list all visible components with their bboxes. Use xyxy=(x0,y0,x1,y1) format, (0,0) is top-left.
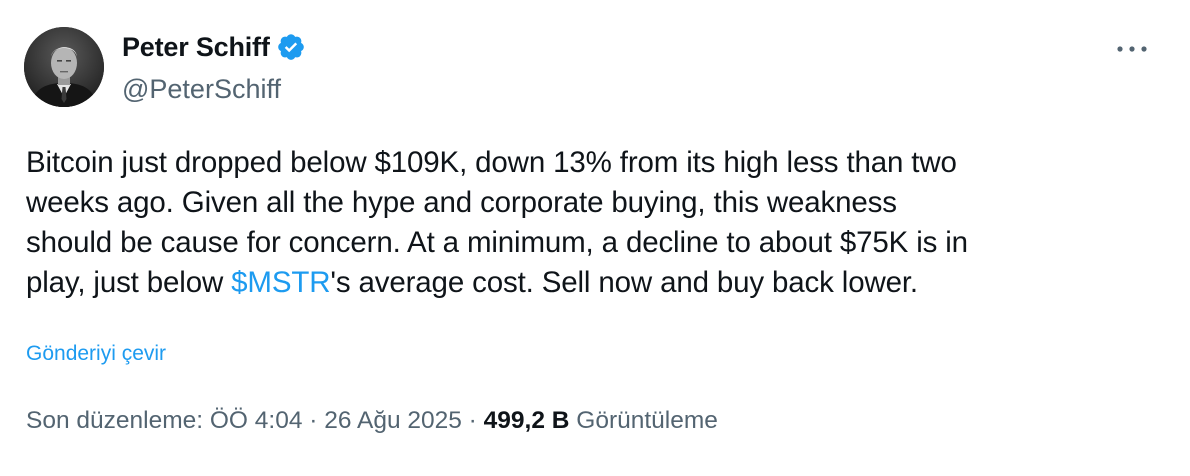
tweet-text-segment: 's average cost. Sell now and buy back l… xyxy=(330,266,918,299)
tweet-time[interactable]: ÖÖ 4:04 xyxy=(210,407,303,434)
more-options-button[interactable] xyxy=(1112,34,1152,64)
tweet-text: Bitcoin just dropped below $109K, down 1… xyxy=(26,143,1166,303)
edited-label[interactable]: Son düzenleme: xyxy=(26,407,210,434)
tweet-text-segment: play, just below xyxy=(26,266,232,299)
tweet-text-line: weeks ago. Given all the hype and corpor… xyxy=(26,186,897,219)
tweet-text-line: should be cause for concern. At a minimu… xyxy=(26,226,968,259)
tweet-text-line: Bitcoin just dropped below $109K, down 1… xyxy=(26,146,957,179)
avatar[interactable] xyxy=(24,27,104,107)
avatar-photo xyxy=(24,27,104,107)
author-display-name[interactable]: Peter Schiff xyxy=(122,30,270,64)
tweet-card: Peter Schiff @PeterSchiff Bitcoin just d… xyxy=(0,0,1190,476)
cashtag-link[interactable]: $MSTR xyxy=(231,266,330,299)
verified-badge-icon[interactable] xyxy=(276,32,306,62)
translate-post-link[interactable]: Gönderiyi çevir xyxy=(26,340,166,368)
author-handle[interactable]: @PeterSchiff xyxy=(122,72,281,106)
tweet-text-line-last: play, just below $MSTR's average cost. S… xyxy=(26,263,1166,303)
meta-separator: · xyxy=(302,407,325,434)
views-count[interactable]: 499,2 B xyxy=(484,407,570,434)
tweet-meta: Son düzenleme: ÖÖ 4:04 · 26 Ağu 2025 · 4… xyxy=(26,405,718,437)
tweet-date[interactable]: 26 Ağu 2025 xyxy=(324,407,462,434)
more-options-icon xyxy=(1117,46,1147,52)
meta-separator: · xyxy=(461,407,484,434)
views-label[interactable]: Görüntüleme xyxy=(569,407,718,434)
author-name-row[interactable]: Peter Schiff xyxy=(122,30,306,64)
